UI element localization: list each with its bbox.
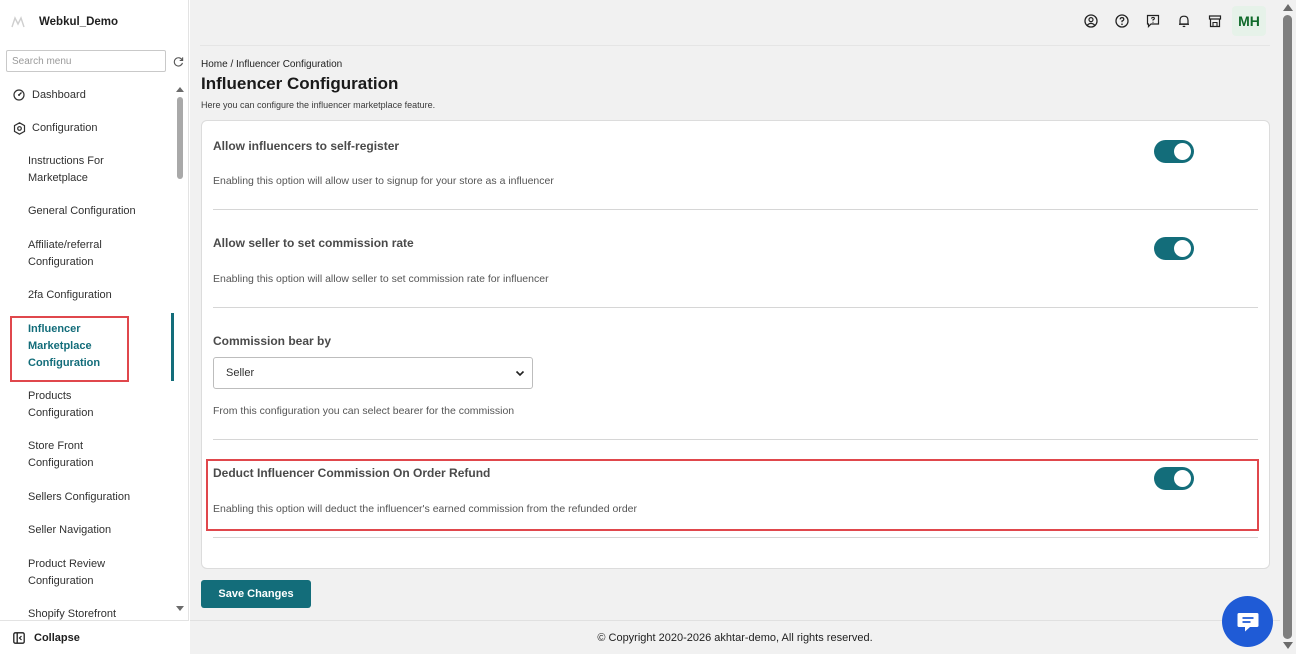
- self-register-toggle[interactable]: [1154, 140, 1194, 163]
- top-bar: MH: [190, 0, 1280, 44]
- collapse-label: Collapse: [34, 631, 80, 644]
- scroll-up-icon[interactable]: [176, 86, 184, 92]
- page-subtitle: Here you can configure the influencer ma…: [201, 100, 436, 110]
- nav-configuration[interactable]: Configuration: [0, 117, 174, 139]
- commission-bearer-select[interactable]: Seller: [213, 357, 533, 389]
- store-logo-icon: [6, 10, 30, 34]
- sidebar-item-seller-navigation[interactable]: Seller Navigation: [0, 522, 160, 539]
- copyright-text: © Copyright 2020-2026 akhtar-demo, All r…: [597, 631, 873, 644]
- sidebar-scroll-thumb[interactable]: [177, 97, 183, 179]
- divider: [213, 439, 1258, 440]
- nav-dashboard-label: Dashboard: [32, 89, 86, 101]
- page-title: Influencer Configuration: [201, 74, 399, 93]
- collapse-button[interactable]: Collapse: [0, 620, 189, 654]
- nav-configuration-label: Configuration: [32, 122, 98, 134]
- scroll-down-icon[interactable]: [1283, 642, 1293, 650]
- window-scrollbar[interactable]: [1280, 0, 1296, 654]
- help-icon[interactable]: [1106, 7, 1137, 35]
- sidebar-item-product-review[interactable]: Product Review Configuration: [0, 556, 120, 590]
- commission-bearer-title: Commission bear by: [213, 334, 332, 348]
- sidebar-scrollbar[interactable]: [176, 87, 184, 616]
- active-item-marker: [171, 313, 174, 381]
- sidebar-item-products[interactable]: Products Configuration: [0, 388, 115, 422]
- sidebar-item-instructions[interactable]: Instructions For Marketplace: [0, 153, 160, 187]
- main-content: MH Home / Influencer Configuration Influ…: [190, 0, 1280, 654]
- account-icon[interactable]: [1075, 7, 1106, 35]
- highlight-annotation-refund: [206, 459, 1259, 531]
- commission-bearer-description: From this configuration you can select b…: [213, 405, 515, 417]
- dashboard-icon: [12, 88, 26, 102]
- scroll-up-icon[interactable]: [1283, 3, 1293, 11]
- footer: © Copyright 2020-2026 akhtar-demo, All r…: [190, 620, 1280, 654]
- seller-commission-toggle[interactable]: [1154, 237, 1194, 260]
- menu-search: [6, 50, 186, 72]
- top-actions: MH: [1075, 6, 1266, 36]
- window-scroll-thumb[interactable]: [1283, 15, 1292, 639]
- chat-button[interactable]: [1222, 596, 1273, 647]
- configuration-icon: [12, 121, 26, 135]
- header-divider: [200, 45, 1270, 46]
- breadcrumb[interactable]: Home / Influencer Configuration: [201, 59, 342, 70]
- highlight-annotation-sidebar: [10, 316, 129, 382]
- chevron-down-icon: [515, 370, 525, 377]
- seller-commission-description: Enabling this option will allow seller t…: [213, 273, 549, 285]
- self-register-title: Allow influencers to self-register: [213, 139, 400, 153]
- save-changes-button[interactable]: Save Changes: [201, 580, 311, 608]
- scroll-down-icon[interactable]: [176, 606, 184, 612]
- sidebar-item-store-front[interactable]: Store Front Configuration: [0, 438, 115, 472]
- store-name: Webkul_Demo: [39, 16, 119, 28]
- sidebar-item-sellers[interactable]: Sellers Configuration: [0, 489, 160, 506]
- divider: [213, 537, 1258, 538]
- refresh-icon[interactable]: [170, 53, 186, 69]
- self-register-description: Enabling this option will allow user to …: [213, 175, 554, 187]
- chat-icon: [1237, 612, 1258, 631]
- settings-card: Allow influencers to self-register Enabl…: [201, 120, 1270, 569]
- commission-bearer-value: Seller: [226, 367, 255, 379]
- brand[interactable]: Webkul_Demo: [6, 8, 118, 36]
- search-menu-input[interactable]: [6, 50, 166, 72]
- sidebar-item-general[interactable]: General Configuration: [0, 203, 160, 220]
- sidebar: Webkul_Demo Dashboard Configuration Inst…: [0, 0, 189, 654]
- divider: [213, 209, 1258, 210]
- feedback-icon[interactable]: [1137, 7, 1168, 35]
- sidebar-item-shopify-storefront[interactable]: Shopify Storefront: [0, 606, 160, 620]
- sidebar-nav: Dashboard Configuration Instructions For…: [0, 84, 174, 620]
- seller-commission-title: Allow seller to set commission rate: [213, 236, 414, 250]
- bell-icon[interactable]: [1168, 7, 1199, 35]
- avatar[interactable]: MH: [1232, 6, 1266, 36]
- store-icon[interactable]: [1199, 7, 1230, 35]
- nav-dashboard[interactable]: Dashboard: [0, 84, 174, 106]
- divider: [213, 307, 1258, 308]
- sidebar-item-2fa[interactable]: 2fa Configuration: [0, 287, 160, 304]
- sidebar-item-affiliate[interactable]: Affiliate/referral Configuration: [0, 237, 120, 271]
- collapse-icon: [12, 631, 26, 645]
